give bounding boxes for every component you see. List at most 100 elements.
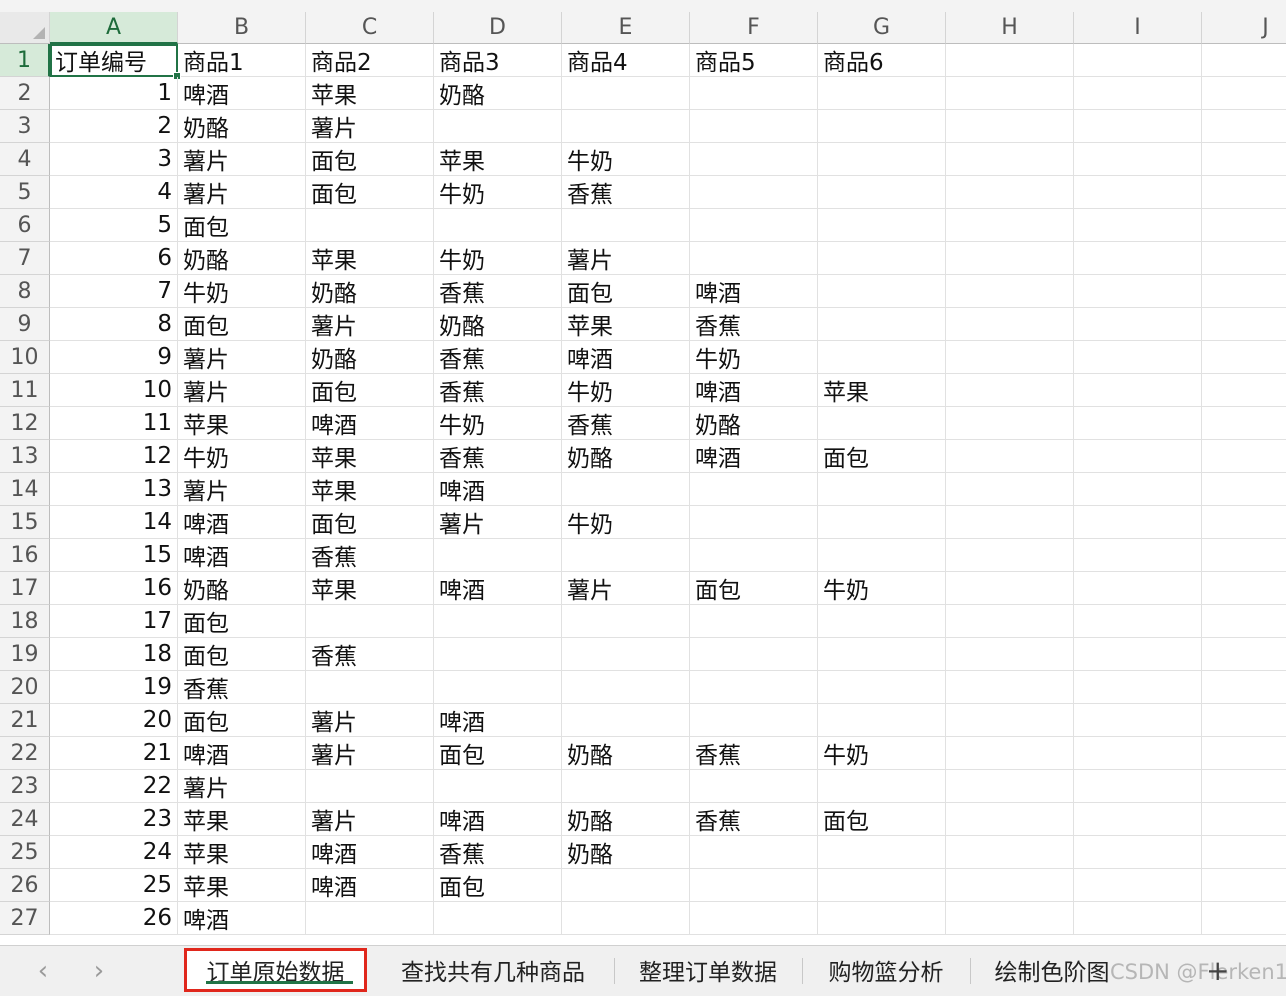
cell[interactable]: 啤酒 [690,440,818,473]
cell[interactable] [434,209,562,242]
cell[interactable] [690,77,818,110]
cell[interactable]: 17 [50,605,178,638]
cell[interactable] [946,770,1074,803]
cell[interactable] [690,704,818,737]
spreadsheet-grid[interactable]: ABCDEFGHIJ 1 订单编号 商品1 商品2 商品3 商品4 商品5 商品6 2 1 啤酒 苹果… [0,0,1286,945]
cell[interactable] [946,341,1074,374]
cell[interactable]: 薯片 [306,737,434,770]
cell[interactable]: 啤酒 [178,77,306,110]
cell[interactable] [562,539,690,572]
row-header[interactable]: 3 [0,110,50,143]
cell[interactable] [1074,77,1202,110]
cell[interactable] [562,209,690,242]
cell[interactable]: 苹果 [178,836,306,869]
cell[interactable]: 面包 [178,704,306,737]
cell[interactable] [690,671,818,704]
cell[interactable] [1202,308,1286,341]
row-header[interactable]: 6 [0,209,50,242]
cell[interactable] [562,605,690,638]
row-header[interactable]: 13 [0,440,50,473]
cell[interactable]: 5 [50,209,178,242]
cell[interactable]: 商品3 [434,44,562,77]
cell[interactable]: 商品6 [818,44,946,77]
cell[interactable]: 奶酪 [562,440,690,473]
cell[interactable] [946,176,1074,209]
cell[interactable] [946,638,1074,671]
cell[interactable] [690,902,818,935]
cell[interactable] [946,275,1074,308]
row-header[interactable]: 15 [0,506,50,539]
row-header[interactable]: 2 [0,77,50,110]
cell[interactable]: 23 [50,803,178,836]
prev-sheet-icon[interactable]: ‹ [28,956,58,986]
cell[interactable]: 22 [50,770,178,803]
cell[interactable]: 薯片 [178,176,306,209]
cell[interactable] [434,605,562,638]
cell[interactable] [818,506,946,539]
cell[interactable] [818,638,946,671]
row-header[interactable]: 8 [0,275,50,308]
cell[interactable] [562,110,690,143]
cell[interactable]: 面包 [178,638,306,671]
cell[interactable]: 啤酒 [690,275,818,308]
cell[interactable]: 薯片 [562,572,690,605]
cell[interactable] [946,374,1074,407]
cell[interactable] [690,143,818,176]
cell[interactable] [1202,209,1286,242]
cell[interactable] [306,605,434,638]
cell[interactable]: 奶酪 [434,308,562,341]
cell[interactable] [1202,671,1286,704]
row-header[interactable]: 26 [0,869,50,902]
cell[interactable]: 20 [50,704,178,737]
cell[interactable] [946,506,1074,539]
cell[interactable] [306,209,434,242]
column-header-i[interactable]: I [1074,12,1202,44]
cell[interactable]: 薯片 [178,341,306,374]
cell[interactable]: 奶酪 [178,242,306,275]
row-header[interactable]: 12 [0,407,50,440]
cell[interactable]: 13 [50,473,178,506]
cell[interactable] [690,242,818,275]
cell[interactable] [1074,902,1202,935]
cell[interactable]: 香蕉 [690,803,818,836]
cell[interactable]: 薯片 [306,308,434,341]
cell[interactable]: 苹果 [306,77,434,110]
cell[interactable]: 2 [50,110,178,143]
cell[interactable]: 薯片 [562,242,690,275]
cell[interactable]: 啤酒 [306,836,434,869]
cell[interactable]: 香蕉 [306,539,434,572]
cell[interactable] [434,671,562,704]
cell[interactable] [818,308,946,341]
cell[interactable] [1202,836,1286,869]
cell[interactable] [1202,869,1286,902]
cell[interactable]: 18 [50,638,178,671]
cell[interactable] [562,473,690,506]
cell[interactable] [818,770,946,803]
cell[interactable]: 奶酪 [562,737,690,770]
cell[interactable] [306,902,434,935]
cell[interactable] [818,407,946,440]
cell[interactable]: 苹果 [306,440,434,473]
cell[interactable]: 商品4 [562,44,690,77]
cell[interactable]: 香蕉 [690,737,818,770]
cell[interactable]: 面包 [306,506,434,539]
cell[interactable]: 牛奶 [562,143,690,176]
cell[interactable]: 奶酪 [562,836,690,869]
cell[interactable] [434,110,562,143]
cell[interactable] [946,803,1074,836]
cell[interactable]: 面包 [818,803,946,836]
cell[interactable]: 薯片 [306,803,434,836]
row-header[interactable]: 14 [0,473,50,506]
column-header-g[interactable]: G [818,12,946,44]
column-header-j[interactable]: J [1202,12,1286,44]
cell[interactable]: 苹果 [818,374,946,407]
cell[interactable]: 牛奶 [562,374,690,407]
cell[interactable] [946,77,1074,110]
cell[interactable]: 牛奶 [818,737,946,770]
cell[interactable]: 25 [50,869,178,902]
cell[interactable]: 啤酒 [434,803,562,836]
cell[interactable] [1074,770,1202,803]
cell[interactable] [818,341,946,374]
cell[interactable]: 奶酪 [434,77,562,110]
cell[interactable]: 苹果 [178,407,306,440]
